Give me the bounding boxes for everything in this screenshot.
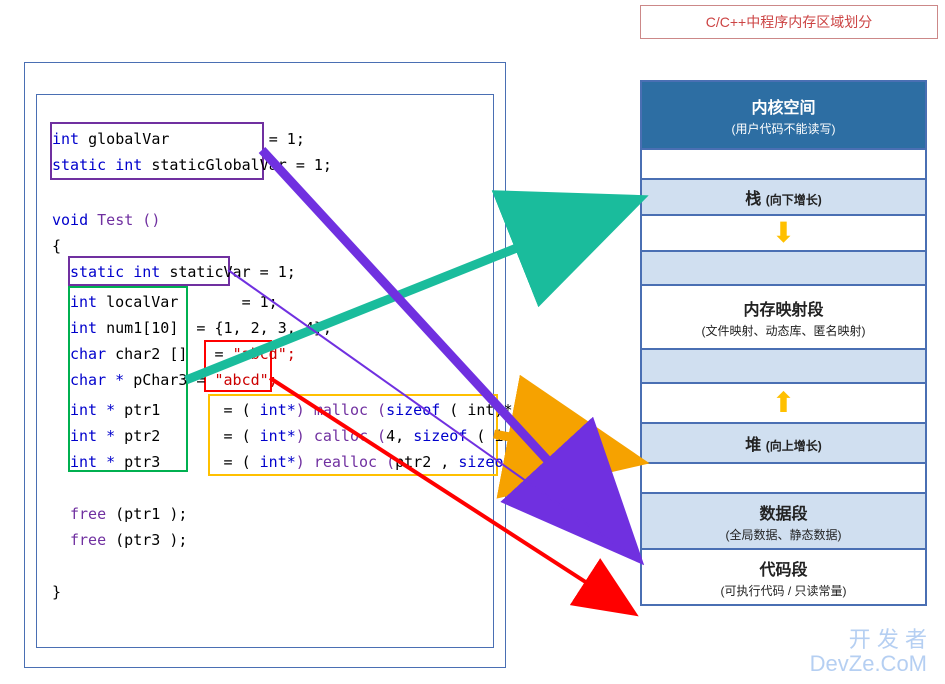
code-line-3: void Test () [52,207,160,233]
code-line-5: static int staticVar = 1; [70,259,296,285]
code-line-8: char char2 [] = "abcd"; [70,341,296,367]
mmap-label: 内存映射段 [743,296,823,320]
mem-stack: 栈 (向下增长) [642,178,925,214]
up-arrow-icon: ⬆ [772,389,795,417]
code-line-14: free (ptr3 ); [70,527,187,553]
heap-label: 堆 [745,437,761,454]
code-line-15: } [52,579,61,605]
mem-mmap: 内存映射段 (文件映射、动态库、匿名映射) [642,284,925,348]
mem-gap3 [642,348,925,382]
mmap-sub: (文件映射、动态库、匿名映射) [702,322,866,339]
kernel-label: 内核空间 [751,94,815,118]
memory-layout: 内核空间 (用户代码不能读写) 栈 (向下增长) ⬇ 内存映射段 (文件映射、动… [640,80,927,606]
mem-stack-arrow: ⬇ [642,214,925,250]
heap-sub: (向上增长) [766,439,822,453]
diagram-container: C/C++中程序内存区域划分 int globalVar = 1; static… [0,0,945,684]
title-box: C/C++中程序内存区域划分 [640,5,938,39]
code-line-13: free (ptr1 ); [70,501,187,527]
mem-heap-arrow: ⬆ [642,382,925,422]
code-line-4: { [52,233,61,259]
code-line-9: char * pChar3 = "abcd"; [70,367,278,393]
down-arrow-icon: ⬇ [772,219,795,247]
code-line-12: int * ptr3 = ( int*) realloc (ptr2 , siz… [70,449,612,475]
data-label: 数据段 [759,500,807,524]
code-line-11: int * ptr2 = ( int*) calloc (4, sizeof (… [70,423,549,449]
mem-gap2 [642,250,925,284]
mem-kernel: 内核空间 (用户代码不能读写) [642,80,925,148]
stack-label: 栈 [745,191,761,208]
mem-data: 数据段 (全局数据、静态数据) [642,492,925,548]
code-line-6: int localVar = 1; [70,289,278,315]
kernel-sub: (用户代码不能读写) [732,120,836,137]
code-line-10: int * ptr1 = ( int*) malloc (sizeof ( in… [70,397,540,423]
mem-gap4 [642,462,925,492]
data-sub: (全局数据、静态数据) [726,526,842,543]
mem-gap1 [642,148,925,178]
title-text: C/C++中程序内存区域划分 [706,14,872,30]
code-seg-label: 代码段 [759,556,807,580]
code-line-1: int globalVar = 1; [52,126,305,152]
code-line-2: static int staticGlobalVar = 1; [52,152,332,178]
watermark-line1: 开 发 者 [810,628,927,652]
stack-sub: (向下增长) [766,193,822,207]
mem-code: 代码段 (可执行代码 / 只读常量) [642,548,925,606]
mem-heap: 堆 (向上增长) [642,422,925,462]
watermark: 开 发 者 DevZe.CoM [810,628,927,676]
watermark-line2: DevZe.CoM [810,652,927,676]
code-line-7: int num1[10] = {1, 2, 3, 4}; [70,315,332,341]
code-seg-sub: (可执行代码 / 只读常量) [721,582,847,599]
